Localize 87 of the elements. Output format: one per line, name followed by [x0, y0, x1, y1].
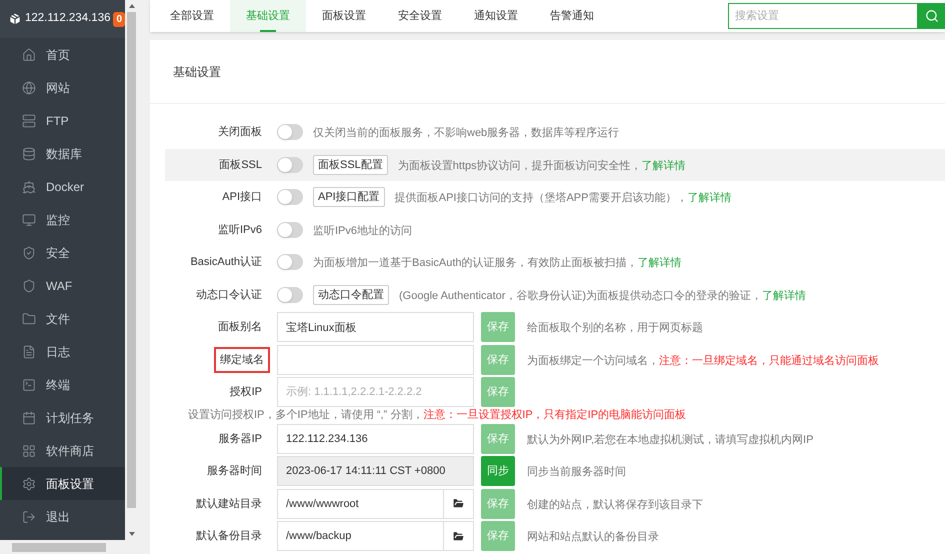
section-title: 基础设置 [173, 64, 221, 80]
config-button[interactable]: API接口配置 [313, 187, 385, 208]
sidebar-item[interactable]: 退出 [0, 500, 125, 533]
toggle-switch[interactable] [277, 189, 303, 206]
text-field[interactable]: /www/wwwroot [277, 488, 444, 519]
ship-icon [22, 180, 36, 194]
folder-picker-button[interactable] [444, 521, 474, 552]
sidebar-item[interactable]: FTP [0, 104, 125, 137]
monitor-icon [22, 212, 36, 226]
description-text: 网站和站点默认的备份目录 [527, 531, 659, 544]
server-icon [22, 114, 36, 128]
sidebar-item[interactable]: 网站 [0, 71, 125, 104]
description-text: 创建的站点，默认将保存到该目录下 [527, 498, 703, 511]
sidebar-item[interactable]: 安全 [0, 236, 125, 269]
config-button[interactable]: 动态口令配置 [313, 284, 389, 305]
logout-icon [22, 510, 36, 524]
calendar-icon [22, 410, 36, 424]
sidebar-item[interactable]: WAF [0, 269, 125, 302]
search-icon [924, 9, 938, 23]
field-label: API接口 [222, 190, 262, 205]
globe-icon [22, 80, 36, 94]
sidebar-item[interactable]: 终端 [0, 368, 125, 401]
tab[interactable]: 通知设置 [458, 0, 534, 32]
logo-icon [8, 12, 22, 26]
folder-icon [22, 312, 36, 326]
sidebar-item[interactable]: 日志 [0, 335, 125, 368]
folder-icon [452, 497, 465, 510]
grid-icon [22, 444, 36, 458]
text-field[interactable]: 宝塔Linux面板 [277, 312, 474, 342]
field-label: 面板别名 [218, 320, 262, 335]
shield-icon [22, 278, 36, 292]
tab[interactable]: 告警通知 [534, 0, 610, 32]
sidebar-item[interactable]: 数据库 [0, 137, 125, 170]
description-text: 仅关闭当前的面板服务，不影响web服务器，数据库等程序运行 [313, 127, 620, 140]
settings-icon [22, 476, 36, 490]
document-icon [22, 344, 36, 358]
config-button[interactable]: 面板SSL配置 [313, 154, 388, 175]
toggle-switch[interactable] [277, 286, 303, 303]
sidebar-item[interactable]: 首页 [0, 38, 125, 71]
description-text: (Google Authenticator，谷歌身份认证)为面板提供动态口令的登录的验证，了解详情 [399, 290, 806, 302]
folder-icon [452, 530, 465, 543]
field-label: 服务器IP [218, 432, 262, 446]
search-button[interactable] [918, 3, 945, 29]
tab[interactable]: 安全设置 [382, 0, 458, 32]
text-field[interactable]: 2023-06-17 14:11:11 CST +0800 [277, 456, 474, 486]
sidebar-item[interactable]: 面板设置 [0, 467, 125, 500]
field-label: 关闭面板 [218, 124, 262, 140]
sidebar-item[interactable]: 计划任务 [0, 401, 125, 434]
toggle-switch[interactable] [277, 254, 303, 270]
text-field[interactable] [277, 344, 474, 375]
field-label: 服务器时间 [207, 464, 262, 479]
search-field[interactable]: 搜索设置 [728, 3, 918, 29]
description-text: 为面板设置https协议访问，提升面板访问安全性，了解详情 [398, 160, 686, 172]
description-text: 为面板增加一道基于BasicAuth的认证服务，有效防止面板被扫描，了解详情 [313, 257, 682, 270]
description-text: 设置访问授权IP，多个IP地址，请使用 “,” 分割，注意：一旦设置授权IP，只有指定IP的电脑能访问面板 [188, 408, 686, 424]
text-field[interactable]: 122.112.234.136 [277, 424, 474, 454]
house-icon [22, 48, 36, 62]
sidebar-item[interactable]: Docker [0, 170, 125, 203]
field-label: BasicAuth认证 [190, 255, 262, 270]
field-label: 绑定域名 [214, 346, 270, 373]
text-field[interactable]: /www/backup [277, 521, 444, 552]
field-label: 面板SSL [219, 158, 262, 172]
toggle-switch[interactable] [277, 222, 303, 238]
tab[interactable]: 面板设置 [306, 0, 382, 32]
description-text: 默认为外网IP,若您在本地虚拟机测试，请填写虚拟机内网IP [527, 434, 814, 446]
field-label: 监听IPv6 [218, 222, 262, 238]
field-label: 动态口令认证 [196, 288, 262, 302]
shield-check-icon [22, 246, 36, 260]
description-text: 给面板取个别的名称，用于网页标题 [527, 322, 703, 334]
sidebar-item[interactable]: 监控 [0, 203, 125, 236]
terminal-icon [22, 378, 36, 392]
tab[interactable]: 全部设置 [154, 0, 230, 32]
toggle-switch[interactable] [277, 156, 303, 173]
field-label: 授权IP [230, 385, 262, 400]
text-field[interactable]: 示例: 1.1.1.1,2.2.2.1-2.2.2.2 [277, 377, 474, 408]
folder-picker-button[interactable] [444, 488, 474, 519]
server-address: 122.112.234.136 [25, 11, 110, 26]
field-label: 默认备份目录 [196, 529, 262, 544]
description-text: 提供面板API接口访问的支持（堡塔APP需要开启该功能），了解详情 [394, 192, 732, 204]
sidebar-item[interactable]: 软件商店 [0, 434, 125, 467]
database-icon [22, 146, 36, 160]
description-text: 同步当前服务器时间 [527, 466, 626, 478]
description-text: 为面板绑定一个访问域名，注意：一旦绑定域名，只能通过域名访问面板 [527, 354, 879, 367]
sidebar-item[interactable]: 文件 [0, 302, 125, 335]
toggle-switch[interactable] [277, 124, 303, 140]
field-label: 默认建站目录 [196, 496, 262, 512]
description-text: 监听IPv6地址的访问 [313, 224, 412, 237]
